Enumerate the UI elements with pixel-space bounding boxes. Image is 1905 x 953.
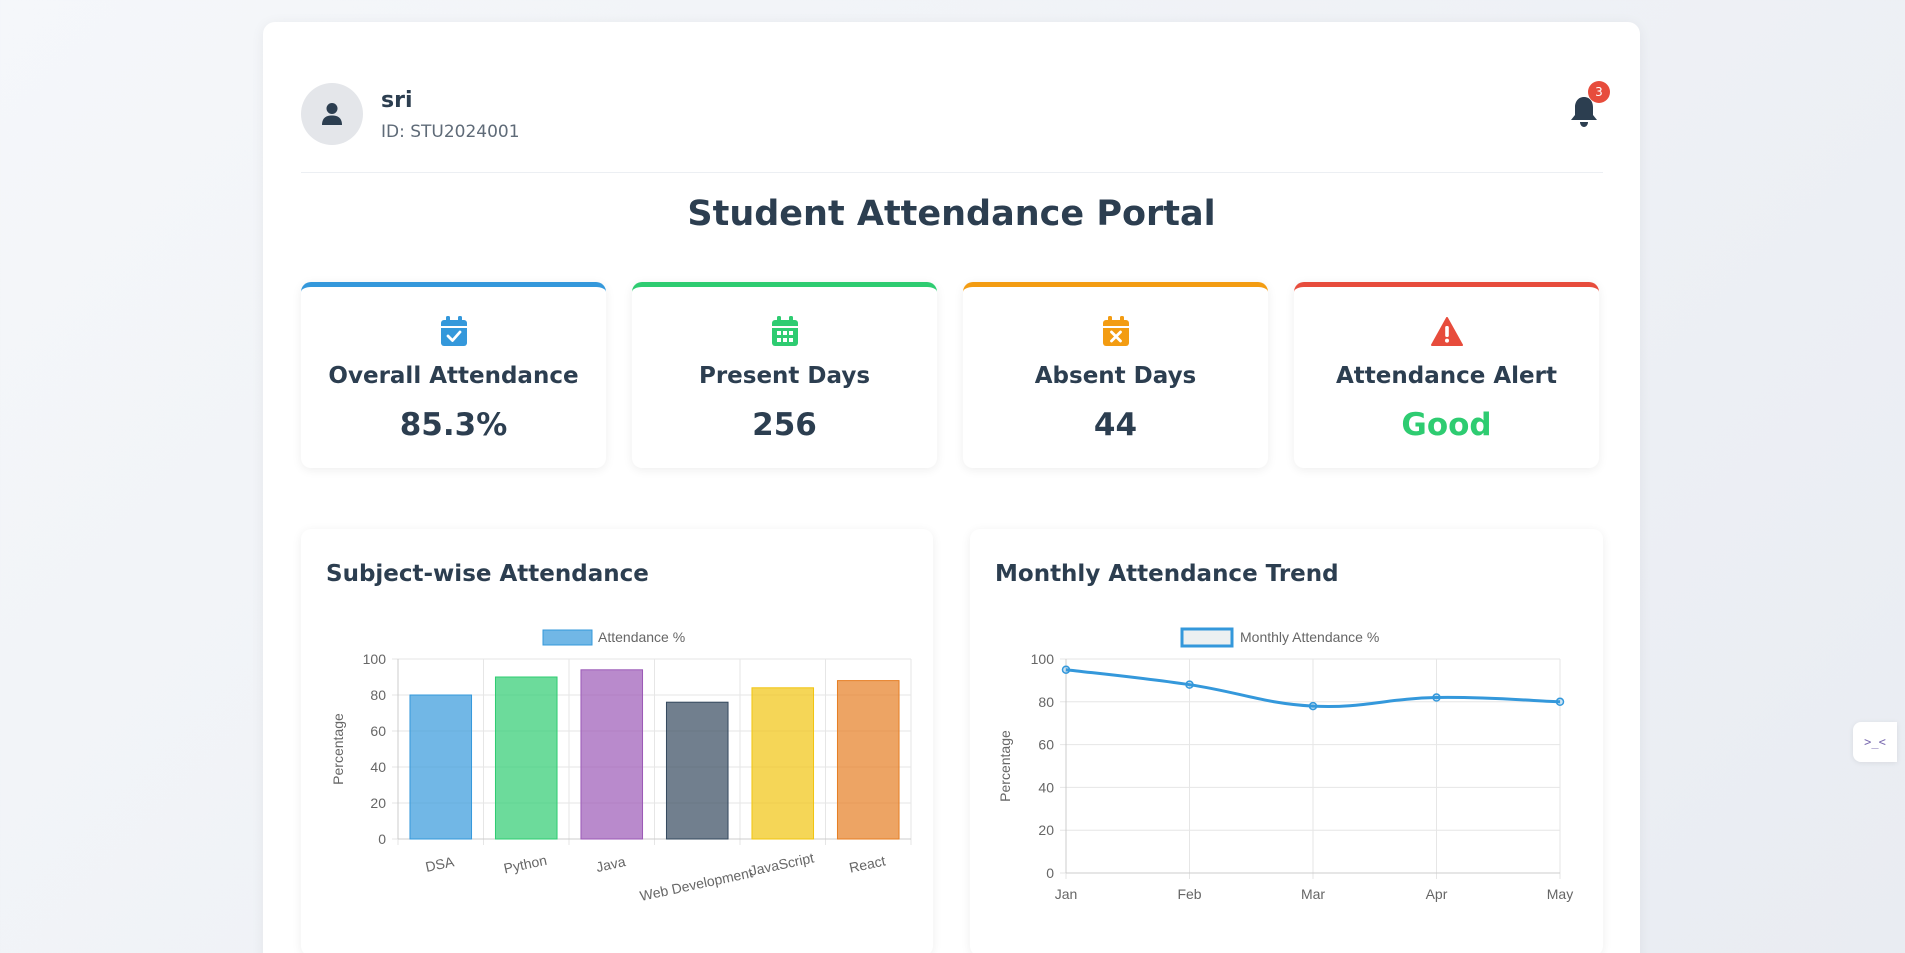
bar (580, 669, 644, 840)
x-tick-label: DSA (424, 853, 456, 875)
bar (836, 680, 900, 840)
legend-swatch (1180, 627, 1234, 648)
y-tick-label: 0 (1046, 865, 1054, 881)
subject-bar-chart: Attendance % 0 20 40 60 80 100 Percentage DSA Pyt… (330, 629, 912, 904)
data-point (1308, 701, 1318, 711)
attendance-alert-card: Attendance Alert Good (1294, 282, 1599, 468)
avatar[interactable] (301, 83, 363, 145)
calendar-check-icon (440, 316, 467, 346)
x-tick-label: JavaScript (748, 849, 815, 878)
data-point (1432, 693, 1441, 702)
card-value: 44 (1093, 407, 1138, 443)
card-value: Good (1401, 407, 1492, 443)
x-tick-label: Mar (1301, 886, 1325, 902)
data-point (1185, 680, 1194, 689)
x-tick-label: Java (595, 853, 627, 875)
monthly-chart-card: Monthly Attendance Trend Monthly Attenda… (970, 529, 1603, 953)
y-tick-label: 20 (1038, 822, 1054, 838)
profile-header: sri ID: STU2024001 3 (301, 60, 1610, 173)
present-days-card: Present Days 256 (632, 282, 937, 468)
subject-chart-card: Subject-wise Attendance Attendance % 0 20 4… (301, 529, 933, 953)
data-point (1555, 697, 1565, 707)
user-id: ID: STU2024001 (381, 122, 520, 142)
bar (665, 701, 729, 840)
x-tick-label: Jan (1055, 886, 1078, 902)
absent-days-card: Absent Days 44 (963, 282, 1268, 468)
y-tick-label: 60 (370, 723, 386, 739)
y-tick-label: 0 (378, 831, 386, 847)
user-name: sri (381, 88, 413, 113)
legend-swatch (542, 629, 593, 646)
y-tick-label: 40 (370, 759, 386, 775)
monthly-line-chart: Monthly Attendance % 0 20 40 60 80 100 Jan Feb Ma… (997, 627, 1573, 902)
bar (409, 694, 473, 840)
card-value: 256 (752, 407, 817, 443)
y-tick-label: 100 (363, 651, 387, 667)
notification-button[interactable]: 3 (1569, 81, 1610, 130)
x-tick-label: May (1547, 886, 1573, 902)
bar (751, 687, 815, 840)
y-tick-label: 60 (1038, 737, 1054, 753)
x-tick-label: Feb (1177, 886, 1201, 902)
y-axis-label: Percentage (997, 730, 1013, 802)
calendar-grid-icon (771, 316, 798, 346)
y-axis-label: Percentage (330, 713, 346, 785)
y-tick-label: 20 (370, 795, 386, 811)
legend-label: Attendance % (598, 629, 685, 645)
card-label: Overall Attendance (328, 363, 579, 389)
side-widget-button[interactable]: >_< (1853, 722, 1897, 762)
stats-cards: Overall Attendance 85.3% Present Days 25… (301, 282, 1603, 468)
y-tick-label: 80 (1038, 694, 1054, 710)
x-tick-label: Python (502, 852, 548, 877)
y-tick-label: 80 (370, 687, 386, 703)
y-tick-label: 100 (1031, 651, 1055, 667)
card-label: Present Days (698, 363, 871, 389)
card-label: Attendance Alert (1336, 363, 1557, 389)
x-tick-label: React (848, 852, 887, 875)
notification-badge: 3 (1588, 81, 1610, 103)
card-label: Absent Days (1034, 363, 1197, 389)
portal-container: sri ID: STU2024001 3 Student Attendance … (263, 22, 1640, 953)
legend-label: Monthly Attendance % (1240, 629, 1379, 645)
x-tick-label: Apr (1426, 886, 1448, 902)
page-title: Student Attendance Portal (687, 194, 1216, 234)
card-value: 85.3% (399, 407, 508, 443)
calendar-x-icon (1102, 316, 1129, 346)
x-tick-label: Web Development (638, 864, 754, 904)
y-tick-label: 40 (1038, 779, 1054, 795)
data-point (1061, 665, 1071, 674)
warning-icon (1430, 317, 1463, 346)
bar (494, 676, 558, 840)
overall-attendance-card: Overall Attendance 85.3% (301, 282, 606, 468)
user-icon (322, 103, 342, 125)
